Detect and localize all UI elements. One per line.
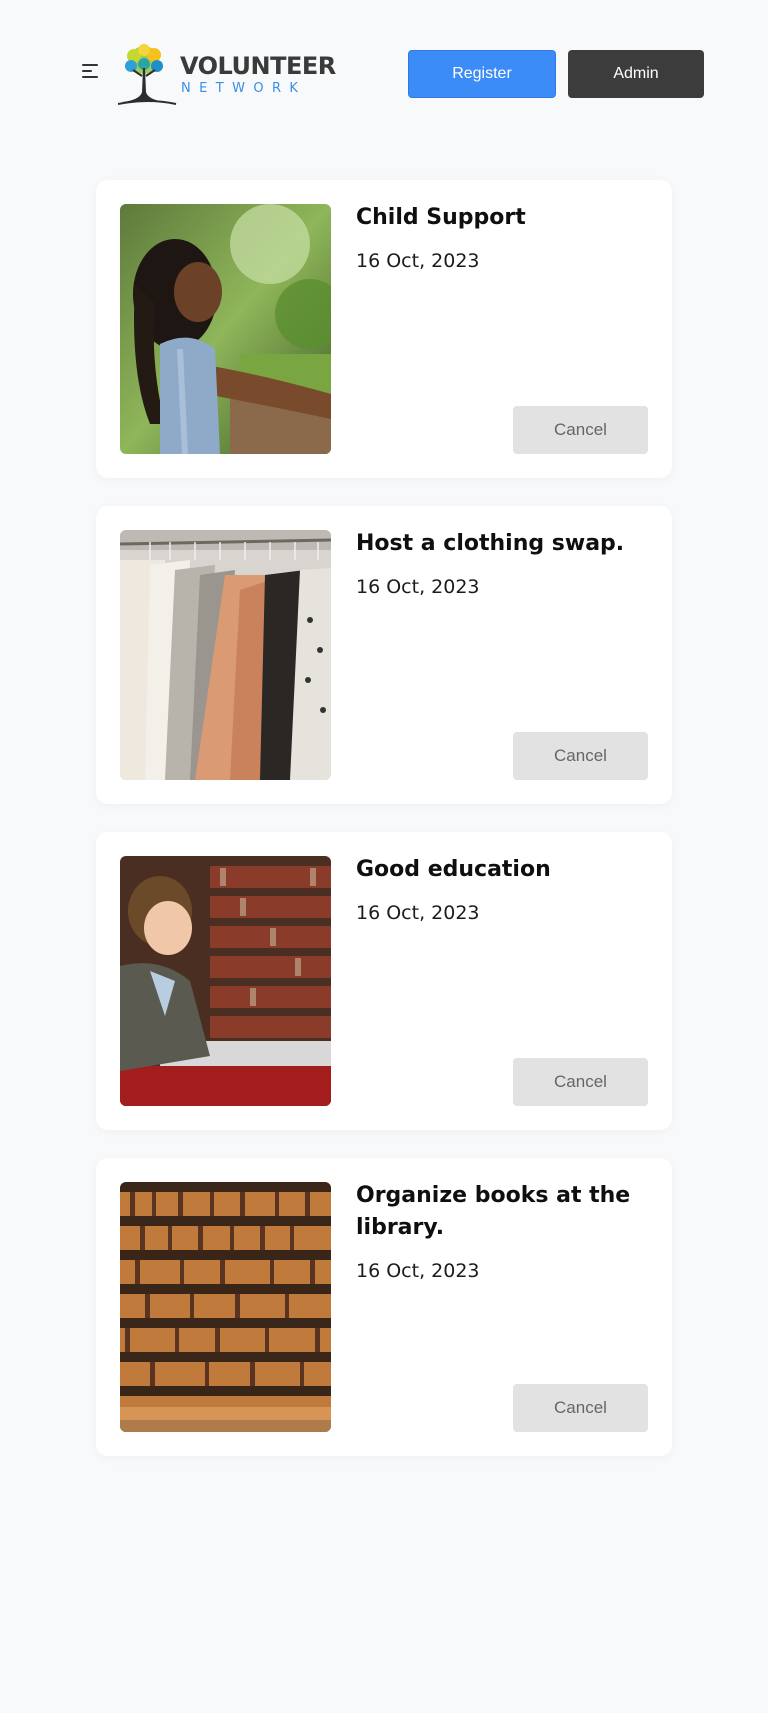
event-date: 16 Oct, 2023 (356, 902, 480, 924)
logo-subtitle: NETWORK (181, 81, 307, 96)
cancel-button[interactable]: Cancel (513, 1058, 648, 1106)
event-image (120, 1182, 331, 1432)
event-card: Child Support 16 Oct, 2023 Cancel (96, 180, 672, 478)
clothing-rack-photo (120, 530, 331, 780)
event-image (120, 530, 331, 780)
event-title: Organize books at the library. (356, 1183, 631, 1240)
event-card: Host a clothing swap. 16 Oct, 2023 Cance… (96, 506, 672, 804)
admin-button[interactable]: Admin (568, 50, 704, 98)
cancel-button[interactable]: Cancel (513, 732, 648, 780)
tree-logo-icon (118, 44, 177, 105)
event-title: Good education (356, 857, 551, 882)
volunteer-network-logo[interactable]: VOLUNTEER NETWORK (118, 42, 336, 106)
hamburger-menu-icon[interactable] (82, 64, 100, 78)
girl-smiling-outdoors-photo (120, 204, 331, 454)
event-date: 16 Oct, 2023 (356, 576, 480, 598)
event-date: 16 Oct, 2023 (356, 1260, 480, 1282)
event-date: 16 Oct, 2023 (356, 250, 480, 272)
event-title: Child Support (356, 205, 526, 230)
event-card: Good education 16 Oct, 2023 Cancel (96, 832, 672, 1130)
logo-title: VOLUNTEER (180, 52, 336, 80)
register-button[interactable]: Register (408, 50, 556, 98)
event-image (120, 856, 331, 1106)
cancel-button[interactable]: Cancel (513, 406, 648, 454)
event-title: Host a clothing swap. (356, 531, 625, 556)
site-header: VOLUNTEER NETWORK Register Admin (0, 0, 768, 150)
library-bookshelves-photo (120, 1182, 331, 1432)
cancel-button[interactable]: Cancel (513, 1384, 648, 1432)
event-image (120, 204, 331, 454)
boy-reading-in-library-photo (120, 856, 331, 1106)
event-card: Organize books at the library. 16 Oct, 2… (96, 1158, 672, 1456)
